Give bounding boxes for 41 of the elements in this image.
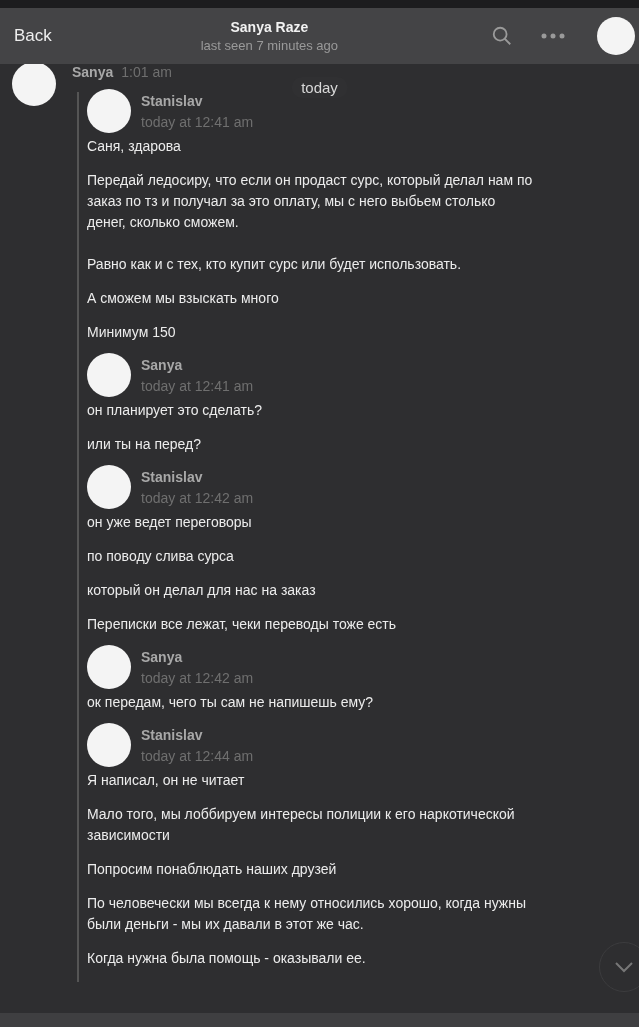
sender-avatar (87, 723, 131, 767)
message-text: Минимум 150 (87, 323, 177, 342)
sender-name: Stanislav (141, 92, 204, 109)
message-time: today at 12:44 am (141, 747, 254, 764)
message-text: Мало того, мы лоббируем интересы полиции к его наркотической зависимости (87, 805, 516, 845)
back-button[interactable]: Back (14, 26, 52, 46)
message-text: он уже ведет переговоры (87, 513, 253, 532)
message-text: Передай ледосиру, что если он продаст сурс, который делал нам по заказ по тз и получал за это оплату, мы с него выбьем столько денег, сколько сможем. Равно как и с тех, кто купит сурс или будет использовать. (87, 171, 534, 274)
message-text: по поводу слива сурса (87, 547, 235, 566)
profile-avatar[interactable] (597, 17, 635, 55)
message-text: По человечески мы всегда к нему относились хорошо, когда нужны были деньги - мы их давали в этот же час. (87, 894, 527, 934)
message-time: 1:01 am (121, 64, 172, 80)
message-text: он планирует это сделать? (87, 401, 263, 420)
message-text: ок передам, чего ты сам не напишешь ему? (87, 693, 375, 712)
chat-title: Sanya Raze (230, 19, 309, 35)
message-text: Саня, здарова (87, 137, 182, 156)
sender-name: Sanya (72, 64, 114, 80)
message-time: today at 12:42 am (141, 489, 254, 506)
sender-avatar (87, 645, 131, 689)
search-icon (491, 25, 513, 47)
sender-avatar (87, 465, 131, 509)
message-text: который он делал для нас на заказ (87, 581, 317, 600)
message-text: или ты на перед? (87, 435, 203, 454)
sender-name: Stanislav (141, 726, 204, 743)
message-text: Я написал, он не читает (87, 771, 246, 790)
message-text: Переписки все лежат, чеки переводы тоже есть (87, 615, 398, 634)
sender-avatar (87, 89, 131, 133)
sender-avatar (12, 64, 56, 106)
message-text: Когда нужна была помощь - оказывали ее. (87, 949, 367, 968)
more-icon (541, 33, 565, 39)
message-time: today at 12:42 am (141, 669, 254, 686)
message-text: Попросим понаблюдать наших друзей (87, 860, 338, 879)
message-text: А сможем мы взыскать много (87, 289, 280, 308)
sender-name: Stanislav (141, 468, 204, 485)
sender-name: Sanya (141, 648, 184, 665)
last-seen-status: last seen 7 minutes ago (200, 38, 339, 53)
sender-avatar (87, 353, 131, 397)
message-time: today at 12:41 am (141, 377, 254, 394)
sender-name: Sanya (141, 356, 184, 373)
chevron-down-icon (614, 961, 634, 973)
message-time: today at 12:41 am (141, 113, 254, 130)
